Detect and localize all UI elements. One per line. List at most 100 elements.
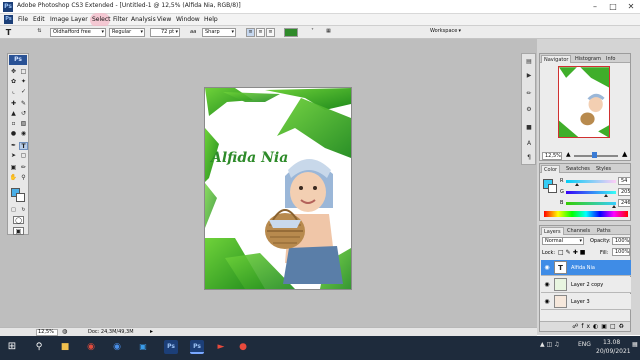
channel-g-slider[interactable] [566,191,616,197]
layer-row-alfida-nia[interactable]: ◉ T Alfida Nia [541,260,631,276]
tray-icons[interactable]: ▲ ◫ ♫ [540,341,559,348]
gradient-tool-icon[interactable]: ▧ [19,120,28,128]
antialias-select[interactable]: Sharp ▾ [202,28,236,37]
lock-options-icons[interactable]: □✎✚■ [558,249,587,256]
search-icon[interactable]: ⚲ [32,340,46,354]
menu-view[interactable]: View [157,15,171,25]
background-color-swatch[interactable] [16,193,25,202]
fill-field[interactable]: 100% [612,248,630,256]
media-app-icon[interactable]: ► [214,340,228,354]
opacity-field[interactable]: 100% [612,237,630,245]
language-indicator[interactable]: ENG [578,341,591,348]
menu-analysis[interactable]: Analysis [131,15,156,25]
tab-navigator[interactable]: Navigator [541,55,572,63]
channel-b-pointer[interactable] [612,205,616,208]
tab-color[interactable]: Color [541,165,561,173]
magic-wand-tool-icon[interactable]: ✦ [19,78,28,86]
brush-tool-icon[interactable]: ✎ [19,100,28,108]
menu-image[interactable]: Image [50,15,69,25]
minimize-icon[interactable]: – [586,0,604,13]
brushes-panel-icon[interactable]: ✏ [525,90,533,98]
menu-file[interactable]: File [18,15,28,25]
visibility-eye-icon[interactable]: ◉ [543,281,551,289]
photoshop-active-taskbar-icon[interactable]: Ps [190,340,204,354]
clone-stamp-tool-icon[interactable]: ▲ [9,110,18,118]
channel-g-field[interactable]: 205 [618,188,631,196]
channel-b-slider[interactable] [566,202,616,208]
file-explorer-icon[interactable]: ■ [58,340,72,354]
visibility-eye-icon[interactable]: ◉ [543,264,551,272]
history-panel-icon[interactable]: ▤ [525,58,533,66]
status-info-icon[interactable]: ◍ [62,328,67,335]
navigator-slider-thumb[interactable] [592,152,597,158]
history-brush-tool-icon[interactable]: ↺ [19,110,28,118]
navigator-zoom-field[interactable]: 12,5% [542,152,562,160]
edge-icon[interactable]: ◉ [110,340,124,354]
tab-styles[interactable]: Styles [594,165,613,173]
tab-paths[interactable]: Paths [595,227,613,235]
type-tool-preset-icon[interactable]: T [4,28,13,37]
dodge-tool-icon[interactable]: ◉ [19,130,28,138]
store-icon[interactable]: ▣ [136,340,150,354]
pen-tool-icon[interactable]: ✒ [9,142,18,150]
font-size-select[interactable]: 72 pt ▾ [150,28,180,37]
menu-help[interactable]: Help [204,15,218,25]
paragraph-panel-icon[interactable]: ¶ [525,154,533,162]
clone-source-panel-icon[interactable]: ■ [525,124,533,132]
layer-row-layer-3[interactable]: ◉ Layer 3 [541,294,631,310]
quick-mask-icon[interactable]: ◯ [13,216,24,224]
swap-colors-icon[interactable]: ↻ [19,206,28,214]
text-orientation-icon[interactable]: ⇅ [35,28,44,37]
zoom-in-icon[interactable]: ▲ [622,150,627,158]
layer-row-layer-2-copy[interactable]: ◉ Layer 2 copy [541,277,631,293]
recorder-icon[interactable]: ● [236,340,250,354]
text-color-swatch[interactable] [284,28,298,37]
ps-menu-icon[interactable]: Ps [4,15,13,24]
align-left-icon[interactable]: ≡ [246,28,255,37]
path-selection-tool-icon[interactable]: ➤ [9,152,18,160]
color-ramp[interactable] [544,211,628,217]
zoom-out-icon[interactable]: ▲ [566,151,571,158]
menu-window[interactable]: Window [176,15,200,25]
channel-r-pointer[interactable] [574,183,579,186]
menu-select[interactable]: Select [92,15,111,25]
screen-mode-icon[interactable]: ▣ [13,227,24,235]
character-panel-icon[interactable]: ▦ [324,28,333,37]
font-family-select[interactable]: Oldhafford free ▾ [50,28,106,37]
marquee-tool-icon[interactable]: □ [19,68,28,76]
close-icon[interactable]: ✕ [622,0,640,13]
notes-tool-icon[interactable]: ▣ [9,164,18,172]
zoom-tool-icon[interactable]: ⚲ [19,174,28,182]
character-panel-collapsed-icon[interactable]: A [525,140,533,148]
tab-layers[interactable]: Layers [541,227,564,235]
tab-histogram[interactable]: Histogram [573,55,603,63]
eraser-tool-icon[interactable]: ▫ [9,120,18,128]
chrome-icon[interactable]: ◉ [84,340,98,354]
menu-edit[interactable]: Edit [33,15,45,25]
lasso-tool-icon[interactable]: ✿ [9,78,18,86]
channel-b-field[interactable]: 246 [618,199,631,207]
slice-tool-icon[interactable]: ✓ [19,88,28,96]
tab-channels[interactable]: Channels [565,227,592,235]
zoom-field[interactable]: 12,5% [36,329,58,336]
actions-panel-icon[interactable]: ▶ [525,72,533,80]
layers-panel-footer-icons[interactable]: ☍fx◐▣□♻ [540,321,630,331]
shape-tool-icon[interactable]: ▢ [19,152,28,160]
clock-date[interactable]: 20/09/2021 [596,348,631,355]
font-style-select[interactable]: Regular ▾ [109,28,145,37]
warp-text-icon[interactable]: ᵀ [308,28,317,37]
color-panel-bg-swatch[interactable] [548,184,557,193]
status-arrow-icon[interactable]: ▸ [150,328,153,335]
document-canvas[interactable]: Alfida Nia [205,88,351,289]
blend-mode-select[interactable]: Normal ▾ [542,237,584,245]
move-tool-icon[interactable]: ✥ [9,68,18,76]
clock-time[interactable]: 13.08 [603,339,620,346]
tab-swatches[interactable]: Swatches [564,165,592,173]
canvas-title-text[interactable]: Alfida Nia [209,150,288,166]
workspace-menu[interactable]: Workspace ▾ [428,28,462,37]
photoshop-taskbar-icon[interactable]: Ps [164,340,178,354]
maximize-icon[interactable]: □ [604,0,622,13]
menu-layer[interactable]: Layer [71,15,88,25]
menu-filter[interactable]: Filter [113,15,128,25]
hand-tool-icon[interactable]: ✋ [9,174,18,182]
